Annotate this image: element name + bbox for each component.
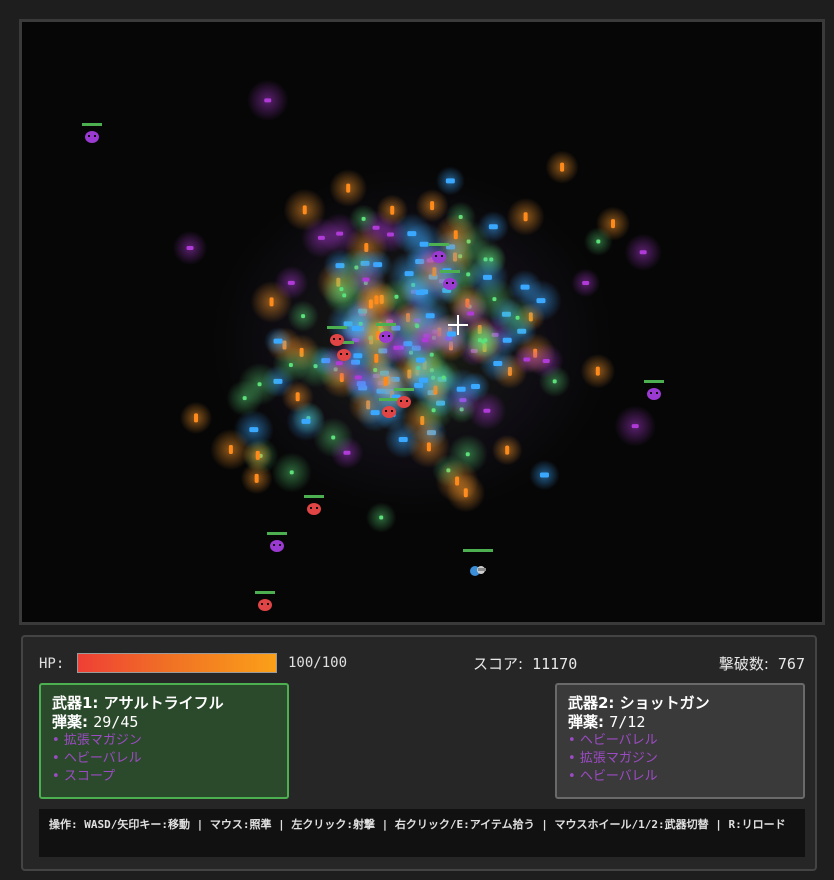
player	[463, 549, 493, 576]
xp-gem-icon	[529, 459, 560, 491]
score-display: スコア: 11170	[473, 653, 577, 674]
weapon-mods: ヘビーバレル 拡張マガジン ヘビーバレル	[568, 732, 792, 786]
xp-gem-icon	[545, 150, 579, 184]
weapon-mods: 拡張マガジン ヘビーバレル スコープ	[52, 732, 276, 786]
mod-item: 拡張マガジン	[568, 750, 792, 768]
xp-gem-icon	[301, 217, 342, 259]
score-value: 11170	[532, 655, 578, 673]
hp-text: 100/100	[288, 655, 348, 671]
xp-gem-icon	[233, 409, 274, 450]
xp-gem-icon	[376, 194, 409, 227]
game-canvas[interactable]	[19, 19, 825, 625]
xp-gem-icon	[378, 278, 415, 315]
enemy-icon	[255, 591, 275, 611]
kills-value: 767	[777, 655, 805, 673]
score-label: スコア:	[473, 655, 524, 673]
xp-gem-icon	[415, 188, 449, 223]
player-hp-bar	[463, 549, 493, 552]
xp-gem-icon	[366, 502, 397, 533]
mod-item: ヘビーバレル	[568, 732, 792, 750]
enemy-icon	[267, 532, 287, 552]
xp-gem-icon	[348, 204, 379, 234]
mod-item: 拡張マガジン	[52, 732, 276, 750]
xp-gem-icon	[580, 353, 616, 389]
weapon-title: 武器1: アサルトライフル	[52, 694, 224, 712]
xp-gem-icon	[329, 169, 368, 208]
xp-gem-icon	[434, 213, 477, 256]
xp-gem-icon	[624, 233, 662, 271]
xp-gem-icon	[247, 79, 289, 121]
xp-gem-icon	[507, 269, 543, 305]
weapon-ammo: 弾薬: 29/45	[52, 713, 276, 732]
ammo-value: 29/45	[93, 713, 139, 731]
xp-gem-icon	[403, 370, 434, 401]
enemy-icon	[82, 123, 102, 143]
enemy-icon	[644, 380, 664, 400]
hp-label: HP:	[39, 656, 65, 672]
xp-gem-icon	[271, 452, 312, 493]
weapon-ammo: 弾薬: 7/12	[568, 713, 792, 732]
xp-gem-icon	[172, 230, 208, 266]
ammo-label: 弾薬:	[568, 713, 604, 731]
mod-item: ヘビーバレル	[568, 768, 792, 786]
player-barrel	[478, 568, 486, 571]
xp-gem-icon	[179, 401, 213, 435]
hp-bar	[77, 653, 277, 673]
xp-gem-icon	[440, 368, 483, 411]
hud-panel: HP: 100/100 スコア: 11170 撃破数: 767 武器1: アサル…	[21, 635, 817, 871]
kills-display: 撃破数: 767	[719, 653, 805, 674]
mod-item: スコープ	[52, 768, 276, 786]
xp-gem-icon	[466, 324, 500, 359]
kills-label: 撃破数:	[718, 655, 769, 673]
xp-gem-icon	[281, 380, 314, 413]
xp-gem-icon	[274, 265, 309, 300]
ammo-value: 7/12	[609, 713, 646, 731]
xp-gem-icon	[583, 227, 613, 256]
weapon-slot-2[interactable]: 武器2: ショットガン 弾薬: 7/12 ヘビーバレル 拡張マガジン ヘビーバレ…	[555, 683, 805, 799]
controls-help: 操作: WASD/矢印キー:移動 | マウス:照準 | 左クリック:射撃 | 右…	[39, 809, 805, 857]
weapon-title: 武器2: ショットガン	[568, 694, 710, 712]
xp-gem-icon	[477, 210, 510, 243]
stats-row: HP: 100/100 スコア: 11170 撃破数: 767	[39, 653, 805, 677]
xp-gem-icon	[528, 343, 564, 379]
xp-gem-icon	[264, 327, 293, 356]
xp-gem-icon	[408, 323, 443, 358]
hp-bar-fill	[78, 654, 276, 672]
xp-gem-icon	[491, 434, 523, 466]
xp-gem-icon	[571, 268, 600, 298]
xp-gem-icon	[435, 166, 465, 196]
ammo-label: 弾薬:	[52, 713, 88, 731]
xp-gem-icon	[320, 344, 359, 383]
game-field[interactable]	[22, 22, 822, 622]
xp-gem-icon	[506, 197, 545, 236]
xp-gem-icon	[614, 405, 656, 447]
mod-item: ヘビーバレル	[52, 750, 276, 768]
weapon-slot-1[interactable]: 武器1: アサルトライフル 弾薬: 29/45 拡張マガジン ヘビーバレル スコ…	[39, 683, 289, 799]
xp-gem-icon	[435, 459, 479, 503]
